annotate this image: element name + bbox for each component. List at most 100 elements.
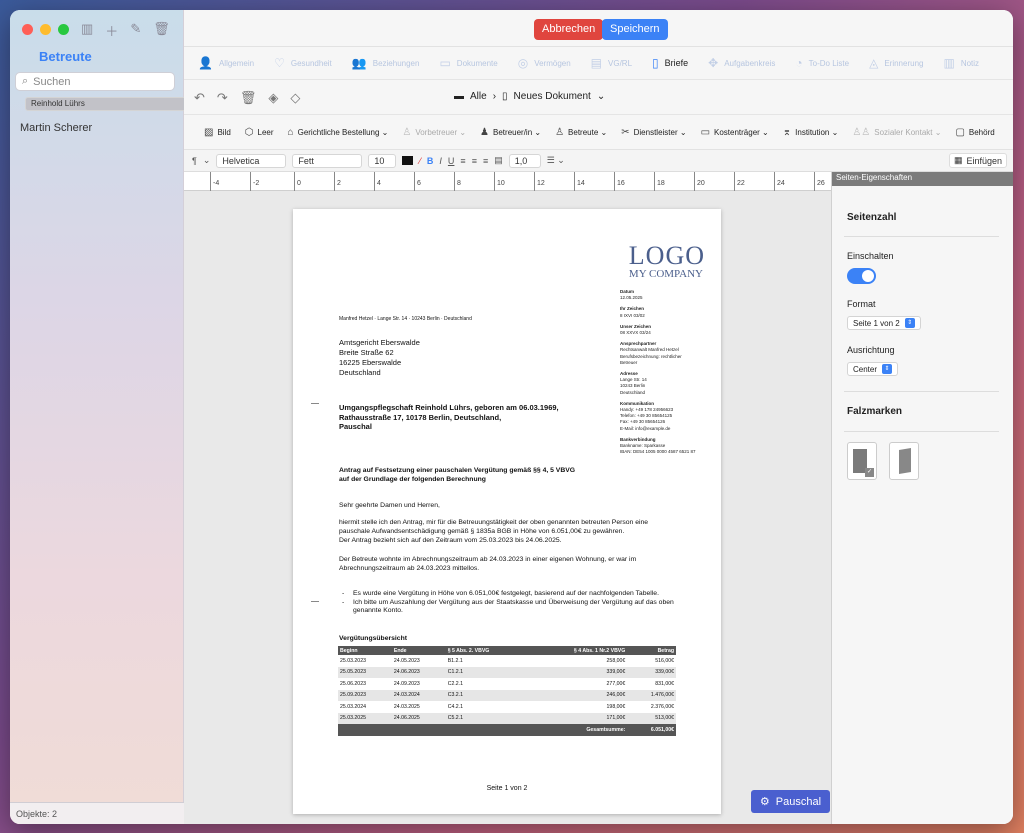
letter-page[interactable]: LOGO MY COMPANY Datum 12.05.2025 Ihr Zeic…: [293, 209, 721, 814]
object-count: Objekte: 2: [10, 802, 184, 824]
insert-provider[interactable]: ✂ Dienstleister ⌄: [621, 127, 686, 138]
pauschal-button[interactable]: ⚙ Pauschal: [751, 790, 830, 813]
person-icon: ♙: [555, 126, 565, 138]
insert-authority[interactable]: ▢ Behörd: [955, 127, 994, 138]
sidebar-tools: ▥ ＋ ✎ 🗑: [81, 21, 170, 40]
tab-gesundheit[interactable]: ♡ Gesundheit: [274, 56, 332, 70]
tab-dokumente[interactable]: ▭ Dokumente: [439, 56, 497, 70]
line-spacing-select[interactable]: 1,0: [508, 153, 541, 168]
search-input[interactable]: Suchen: [33, 76, 70, 88]
letter-heading: Antrag auf Festsetzung einer pauschalen …: [339, 467, 576, 483]
insert-blank[interactable]: ⬡ Leer: [245, 127, 274, 138]
sidebar-item-martin[interactable]: Martin Scherer: [14, 118, 176, 138]
add-icon[interactable]: ＋: [105, 21, 118, 40]
close-window-button[interactable]: [22, 24, 33, 35]
table-icon: ▦: [953, 155, 963, 165]
highlight-icon[interactable]: ⁄: [419, 156, 421, 166]
list-icon[interactable]: ☰ ⌄: [547, 155, 565, 166]
text-color-swatch[interactable]: [402, 156, 414, 165]
insert-court[interactable]: ⌂ Gerichtliche Bestellung ⌄: [288, 127, 389, 138]
trash-icon[interactable]: 🗑: [240, 90, 257, 106]
align-justify-icon[interactable]: ▤: [494, 155, 503, 166]
tab-vermoegen[interactable]: ◎ Vermögen: [518, 56, 571, 70]
sidebar-title: Betreute: [39, 49, 92, 64]
sidebar-toggle-icon[interactable]: ▥: [81, 21, 93, 40]
table-row: 25.03.2025 24.06.2025 C5.2.1 171,00€ 513,00€: [338, 712, 676, 724]
cancel-button[interactable]: Abbrechen: [534, 19, 604, 40]
zoom-window-button[interactable]: [58, 24, 69, 35]
sender-line: Manfred Hetzel · Lange Str. 14 · 10243 B…: [339, 316, 472, 322]
people-icon: ♙♙: [852, 126, 871, 138]
gear-icon: ⚙: [759, 796, 770, 808]
tab-briefe[interactable]: ▯ Briefe: [652, 56, 688, 70]
tab-allgemein[interactable]: 👤 Allgemein: [198, 56, 254, 70]
person-icon: ♟: [480, 126, 490, 138]
tab-beziehungen[interactable]: 👥 Beziehungen: [352, 56, 420, 70]
compensation-table: Beginn Ende § 5 Abs. 2. VBVG § 4 Abs. 1 Nr.…: [338, 646, 676, 736]
table-row: 25.03.2023 24.05.2023 B1.2.1 258,00€ 516,00€: [340, 657, 674, 664]
info-our-ref: Unser Zeichen 08 XXVX 03/24: [620, 323, 652, 336]
paragraph-style-select[interactable]: ¶: [192, 156, 197, 166]
document-icon: ▯: [502, 91, 508, 102]
insert-image[interactable]: ▨ Bild: [204, 127, 231, 138]
paragraph-3: Der Betreute wohnte im Abrechnungszeitra…: [339, 556, 637, 573]
bold-button[interactable]: B: [427, 156, 434, 166]
search-field[interactable]: ⌕ Suchen: [15, 72, 175, 91]
layers-icon[interactable]: ◈: [268, 90, 278, 106]
page-number-toggle[interactable]: [847, 268, 876, 284]
trash-icon[interactable]: 🗑: [153, 21, 170, 40]
fold-marks-off-option[interactable]: [889, 442, 919, 480]
format-select[interactable]: Seite 1 von 2 ⇕: [847, 316, 921, 330]
company-logo: LOGO: [628, 241, 705, 270]
info-column: Datum 12.05.2025 Ihr Zeichen 8 IXVI 03/02 …: [620, 289, 718, 460]
align-right-icon[interactable]: ≡: [483, 156, 488, 166]
breadcrumb-root[interactable]: Alle: [470, 91, 487, 102]
align-center-icon[interactable]: ≡: [472, 156, 477, 166]
bullet-item: Es wurde eine Vergütung in Höhe von 6.05…: [339, 590, 679, 599]
insert-payer[interactable]: ▭ Kostenträger ⌄: [701, 127, 769, 138]
undo-icon[interactable]: ↶: [194, 90, 205, 106]
document-toolbar: ↶ ↷ 🗑 ◈ ◇ ▬ Alle › ▯ Neues Dokument ⌄: [184, 79, 1013, 115]
chevron-down-icon[interactable]: ⌄: [597, 91, 605, 102]
tab-notiz[interactable]: ▥ Notiz: [943, 56, 979, 70]
insert-social-contact[interactable]: ♙♙ Sozialer Kontakt ⌄: [852, 127, 941, 138]
tab-erinnerung[interactable]: ◬ Erinnerung: [869, 56, 923, 70]
tab-aufgabenkreis[interactable]: ✥ Aufgabenkreis: [708, 56, 775, 70]
edit-icon[interactable]: ✎: [130, 21, 141, 40]
font-size-select[interactable]: 10: [368, 153, 397, 168]
underline-button[interactable]: U: [448, 156, 455, 166]
sidebar-item-reinhold[interactable]: Reinhold Lührs: [25, 97, 187, 111]
document-canvas[interactable]: LOGO MY COMPANY Datum 12.05.2025 Ihr Zeic…: [184, 191, 831, 824]
breadcrumb: ▬ Alle › ▯ Neues Dokument ⌄: [454, 91, 605, 102]
tab-todo[interactable]: ◔ To-Do Liste: [795, 56, 849, 70]
align-left-icon[interactable]: ≡: [460, 156, 465, 166]
insert-bar: ▨ Bild ⬡ Leer ⌂ Gerichtliche Bestellung ⌄ ♙…: [184, 115, 1013, 150]
fold-marks-on-option[interactable]: ✓: [847, 442, 877, 480]
divider: [844, 236, 999, 237]
info-communication: Kommunikation Handy: +49 178 24956623 Tele…: [620, 400, 674, 431]
italic-button[interactable]: I: [439, 156, 442, 166]
stack-icon[interactable]: ◇: [290, 90, 300, 106]
save-button[interactable]: Speichern: [602, 19, 668, 40]
format-bar: ¶ ⌄ Helvetica Fett 10 ⁄ B I U ≡ ≡ ≡ ▤ 1,0…: [184, 150, 1013, 172]
redo-icon[interactable]: ↷: [217, 90, 228, 106]
minimize-window-button[interactable]: [40, 24, 51, 35]
app-window: ▥ ＋ ✎ 🗑 Betreute ⌕ Suchen Reinhold Lührs…: [10, 10, 1013, 824]
table-row: 25.09.2023 24.03.2024 C3.2.1 246,00€ 1.476,0…: [338, 689, 676, 701]
chevron-down-icon: ⌄: [202, 155, 211, 165]
alignment-select[interactable]: Center ⇕: [847, 362, 899, 376]
inspector-header: Seiten-Eigenschaften: [832, 172, 1013, 186]
breadcrumb-current[interactable]: Neues Dokument: [514, 91, 591, 102]
info-contact: Ansprechpartner Rechtsanwalt Manfred Hetz…: [620, 341, 682, 365]
chevron-updown-icon: ⇕: [904, 318, 915, 328]
insert-button[interactable]: ▦ Einfügen: [948, 153, 1007, 168]
page-number: Seite 1 von 2: [486, 785, 528, 792]
insert-ward[interactable]: ♙ Betreute ⌄: [555, 127, 607, 138]
insert-caretaker[interactable]: ♟ Betreuer/in ⌄: [480, 127, 541, 138]
tab-vgrl[interactable]: ▤ VG/RL: [591, 56, 632, 70]
insert-institution[interactable]: ⌆ Institution ⌄: [783, 127, 839, 138]
font-style-select[interactable]: Fett: [292, 153, 363, 168]
note-icon: ▥: [943, 56, 955, 70]
insert-predecessor[interactable]: ♙ Vorbetreuer ⌄: [402, 127, 466, 138]
font-family-select[interactable]: Helvetica: [216, 153, 287, 168]
